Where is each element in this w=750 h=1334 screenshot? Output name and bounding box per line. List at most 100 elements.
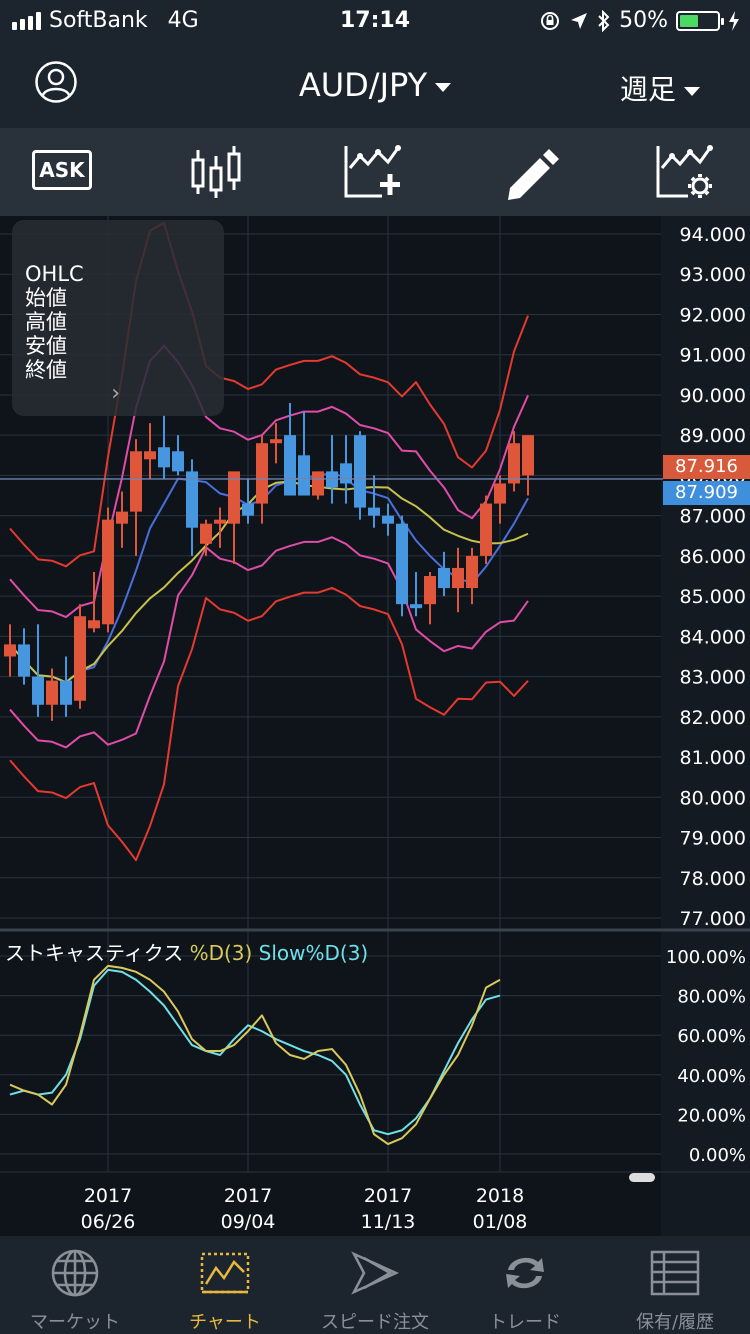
candle-body	[88, 620, 100, 629]
band-lower-2	[9, 586, 529, 862]
osc-tick-label: 20.00%	[677, 1105, 746, 1126]
candle-body	[466, 555, 478, 589]
period-selector[interactable]: 週足	[620, 68, 700, 108]
chart-icon	[200, 1252, 250, 1294]
candle-body	[158, 447, 170, 468]
candle-body	[438, 567, 450, 589]
candle-body	[284, 435, 296, 496]
ask-price-tag: 87.916	[663, 454, 750, 479]
indicator-label: ストキャスティクス %D(3) Slow%D(3)	[5, 937, 368, 966]
candle-body	[396, 523, 408, 605]
price-tick-label: 78.000	[680, 868, 746, 890]
candle-body	[452, 567, 464, 589]
stochastic-slow-line	[9, 968, 501, 1136]
date-year-label: 2017	[224, 1185, 272, 1207]
globe-icon	[51, 1249, 99, 1297]
ohlc-title: OHLC	[25, 262, 84, 286]
osc-tick-label: 80.00%	[677, 987, 746, 1008]
tab-holdings[interactable]: 保有/履歴	[600, 1236, 750, 1334]
trade-icon	[506, 1257, 544, 1289]
candle-body	[186, 471, 198, 528]
candle-body	[18, 644, 30, 677]
holdings-icon	[650, 1250, 700, 1296]
price-tick-label: 90.000	[680, 385, 746, 407]
tab-chart-label: チャート	[189, 1312, 261, 1333]
candle-body	[46, 680, 58, 705]
candle-body	[494, 483, 506, 504]
chart-settings-icon[interactable]	[654, 142, 718, 202]
price-tick-label: 93.000	[680, 264, 746, 286]
date-label: 09/04	[221, 1211, 276, 1233]
price-tick-label: 84.000	[680, 626, 746, 648]
bluetooth-icon	[598, 9, 610, 32]
date-year-label: 2017	[364, 1185, 412, 1207]
speed-order-icon	[351, 1251, 400, 1295]
ohlc-low: 安値	[25, 334, 67, 358]
candle-body	[354, 435, 366, 508]
candle-body	[382, 515, 394, 524]
tab-holdings-label: 保有/履歴	[635, 1312, 715, 1333]
candle-body	[200, 523, 212, 544]
price-tick-label: 80.000	[680, 787, 746, 809]
ohlc-high: 高値	[25, 310, 67, 334]
ohlc-panel[interactable]: OHLC 始値 高値 安値 終値 ›	[12, 220, 224, 416]
candle-body	[74, 616, 86, 701]
tab-speed-order[interactable]: スピード注文	[300, 1236, 450, 1334]
candle-body	[508, 443, 520, 484]
period-label: 週足	[619, 73, 676, 106]
candle-body	[102, 519, 114, 625]
tab-bar: マーケット チャート スピード注文 トレード 保有/履歴	[0, 1236, 750, 1334]
price-tick-label: 92.000	[680, 304, 746, 326]
pencil-icon[interactable]	[500, 142, 564, 202]
osc-tick-label: 40.00%	[677, 1066, 746, 1087]
price-tick-label: 86.000	[680, 546, 746, 568]
tab-speed-order-label: スピード注文	[321, 1312, 429, 1333]
chart-toolbar: ASK	[0, 128, 750, 216]
candle-body	[144, 451, 156, 460]
location-icon	[571, 12, 588, 29]
indicator-name: ストキャスティクス	[5, 941, 184, 965]
candlestick-icon[interactable]	[184, 142, 248, 202]
resize-handle[interactable]	[629, 1173, 655, 1182]
candle-body	[60, 680, 72, 705]
ask-button[interactable]: ASK	[32, 150, 92, 190]
battery-fill	[680, 14, 698, 27]
candle-body	[522, 435, 534, 476]
indicator-slow-label: Slow%D(3)	[258, 941, 369, 965]
price-tick-label: 82.000	[680, 707, 746, 729]
price-tick-label: 83.000	[680, 667, 746, 689]
rotation-lock-icon	[541, 11, 560, 30]
date-year-label: 2017	[84, 1185, 132, 1207]
candle-body	[116, 511, 128, 524]
chevron-right-icon[interactable]: ›	[111, 382, 120, 406]
price-tick-label: 77.000	[680, 908, 746, 930]
osc-tick-label: 60.00%	[677, 1026, 746, 1047]
add-indicator-icon[interactable]	[342, 142, 406, 202]
candle-body	[256, 443, 268, 504]
nav-bar: AUD/JPY 週足	[0, 42, 750, 128]
price-tick-label: 79.000	[680, 828, 746, 850]
tab-market[interactable]: マーケット	[0, 1236, 150, 1334]
candle-body	[298, 455, 310, 496]
candle-body	[214, 519, 226, 524]
status-bar: SoftBank 4G 17:14 50%	[0, 0, 750, 42]
price-tick-label: 91.000	[680, 345, 746, 367]
osc-tick-label: 0.00%	[689, 1145, 746, 1166]
candle-body	[424, 576, 436, 605]
candle-body	[270, 439, 282, 444]
price-tick-label: 89.000	[680, 425, 746, 447]
candle-body	[480, 503, 492, 556]
tab-chart[interactable]: チャート	[150, 1236, 300, 1334]
ohlc-open: 始値	[25, 286, 67, 310]
tab-trade[interactable]: トレード	[450, 1236, 600, 1334]
date-label: 11/13	[361, 1211, 416, 1233]
date-label: 06/26	[81, 1211, 136, 1233]
candle-body	[4, 644, 16, 657]
candle-body	[312, 471, 324, 496]
price-tick-label: 81.000	[680, 747, 746, 769]
osc-tick-label: 100.00%	[666, 947, 746, 968]
date-label: 01/08	[473, 1211, 528, 1233]
currency-pair-label: AUD/JPY	[298, 66, 428, 104]
chart-area[interactable]: 94.00093.00092.00091.00090.00089.00088.0…	[0, 216, 750, 1236]
status-right: 50%	[539, 8, 740, 33]
